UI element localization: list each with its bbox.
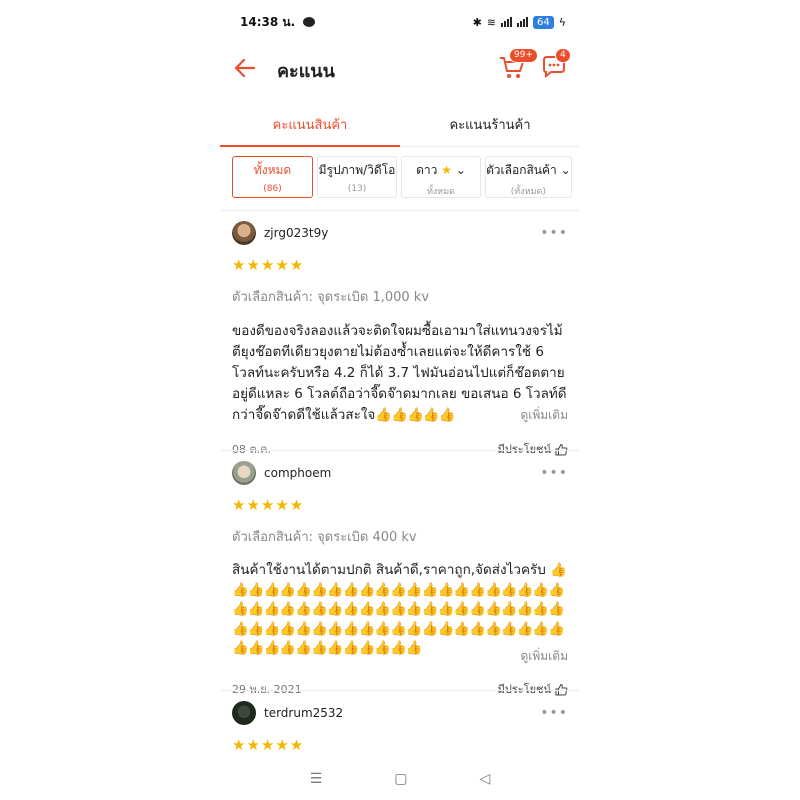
review-header: terdrum2532 ••• [232, 700, 568, 726]
filter-all-count: (86) [263, 184, 282, 194]
status-icons: ✱ ≋ 64 ϟ [472, 15, 566, 29]
menu-icon[interactable]: ☰ [310, 771, 323, 787]
review-username: zjrg023t9y [264, 226, 329, 240]
charging-icon: ϟ [558, 15, 566, 29]
review-date: 29 พ.ย. 2021 [232, 683, 302, 696]
filter-variant-label: ตัวเลือกสินค้า [486, 163, 557, 177]
cart-badge: 99+ [509, 48, 538, 63]
tab-shop-rating[interactable]: คะแนนร้านค้า [400, 105, 580, 146]
page-title: คะแนน [277, 61, 335, 82]
filter-stars[interactable]: ดาว ★ ⌄ ทั้งหมด [401, 156, 481, 198]
back-arrow-icon[interactable] [232, 55, 258, 81]
review-username: comphoem [264, 466, 332, 480]
status-time: 14:38 น. [240, 14, 296, 29]
filter-media-count: (13) [347, 184, 367, 194]
review-item: zjrg023t9y ••• ★★★★★ ตัวเลือกสินค้า: จุด… [232, 220, 568, 458]
thumbs-up-icon [555, 443, 568, 455]
review-item: terdrum2532 ••• ★★★★★ [232, 700, 568, 754]
back-triangle-icon[interactable]: ◁ [480, 771, 491, 787]
helpful-label: มีประโยชน์ [497, 443, 551, 456]
filter-variant-row: ตัวเลือกสินค้า ⌄ [486, 161, 571, 180]
divider [220, 690, 580, 691]
wifi-icon: ≋ [486, 15, 496, 29]
filter-stars-label: ดาว [416, 163, 438, 177]
helpful-button[interactable]: มีประโยชน์ [498, 440, 568, 458]
home-icon[interactable]: ▢ [394, 771, 407, 787]
review-stars: ★★★★★ [232, 496, 305, 514]
filter-bar: ทั้งหมด (86) มีรูปภาพ/วิดีโอ (13) ดาว ★ … [232, 156, 572, 198]
divider [220, 450, 580, 451]
review-header: comphoem ••• [232, 460, 568, 486]
status-bar: 14:38 น. ✱ ≋ 64 ϟ [240, 12, 566, 32]
review-stars: ★★★★★ [232, 736, 305, 754]
filter-stars-count: ทั้งหมด [426, 187, 456, 197]
avatar[interactable] [232, 701, 256, 725]
battery-indicator: 64 [533, 15, 554, 29]
chevron-down-icon: ⌄ [560, 163, 571, 177]
more-options-icon[interactable]: ••• [540, 225, 568, 241]
chat-badge: 4 [555, 48, 571, 63]
app-header: คะแนน 99+ 4 [220, 48, 580, 88]
review-footer: 29 พ.ย. 2021 มีประโยชน์ [232, 680, 568, 698]
filter-stars-row: ดาว ★ ⌄ [402, 161, 480, 180]
divider [220, 210, 580, 211]
signal-icon [501, 17, 512, 27]
chevron-down-icon: ⌄ [455, 163, 466, 177]
more-options-icon[interactable]: ••• [540, 465, 568, 481]
see-more-link[interactable]: ดูเพิ่มเติม [514, 405, 568, 426]
filter-with-media[interactable]: มีรูปภาพ/วิดีโอ (13) [317, 156, 397, 198]
review-variant: ตัวเลือกสินค้า: จุดระเบิด 1,000 kv [232, 290, 430, 305]
rating-tabs: คะแนนสินค้า คะแนนร้านค้า [220, 105, 580, 147]
helpful-label: มีประโยชน์ [497, 683, 551, 696]
filter-all-label: ทั้งหมด [253, 163, 292, 177]
helpful-button[interactable]: มีประโยชน์ [498, 680, 568, 698]
review-emoji: 👍👍👍👍👍 [375, 407, 455, 423]
system-nav-bar: ☰ ▢ ◁ [220, 758, 580, 800]
more-options-icon[interactable]: ••• [540, 705, 568, 721]
filter-variant-count: (ทั้งหมด) [510, 187, 546, 197]
chat-button[interactable]: 4 [540, 48, 571, 82]
signal-icon-2 [517, 17, 528, 27]
review-date: 08 ต.ค. [232, 443, 271, 456]
review-variant: ตัวเลือกสินค้า: จุดระเบิด 400 kv [232, 530, 417, 545]
tab-product-rating[interactable]: คะแนนสินค้า [220, 105, 400, 147]
thumbs-up-icon [555, 683, 568, 695]
review-footer: 08 ต.ค. มีประโยชน์ [232, 440, 568, 458]
review-body: ของดีของจริงลองแล้วจะติดใจผมซื้อเอามาใส่… [232, 321, 568, 426]
review-body: สินค้าใช้งานได้ตามปกติ สินค้าดี,ราคาถูก,… [232, 561, 568, 666]
star-icon: ★ [441, 163, 452, 177]
avatar[interactable] [232, 221, 256, 245]
review-text: สินค้าใช้งานได้ตามปกติ สินค้าดี,ราคาถูก,… [232, 562, 546, 578]
line-app-icon [303, 17, 316, 27]
filter-all[interactable]: ทั้งหมด (86) [232, 156, 313, 198]
phone-screen: 14:38 น. ✱ ≋ 64 ϟ คะแนน 99+ 4 คะแนนสินค้… [220, 0, 580, 800]
review-item: comphoem ••• ★★★★★ ตัวเลือกสินค้า: จุดระ… [232, 460, 568, 698]
avatar[interactable] [232, 461, 256, 485]
see-more-link[interactable]: ดูเพิ่มเติม [514, 646, 568, 666]
review-username: terdrum2532 [264, 706, 344, 720]
review-header: zjrg023t9y ••• [232, 220, 568, 246]
cart-button[interactable]: 99+ [498, 48, 538, 82]
filter-variant[interactable]: ตัวเลือกสินค้า ⌄ (ทั้งหมด) [485, 156, 572, 198]
bluetooth-icon: ✱ [472, 15, 482, 29]
review-stars: ★★★★★ [232, 256, 305, 274]
filter-media-label: มีรูปภาพ/วิดีโอ [318, 163, 396, 177]
